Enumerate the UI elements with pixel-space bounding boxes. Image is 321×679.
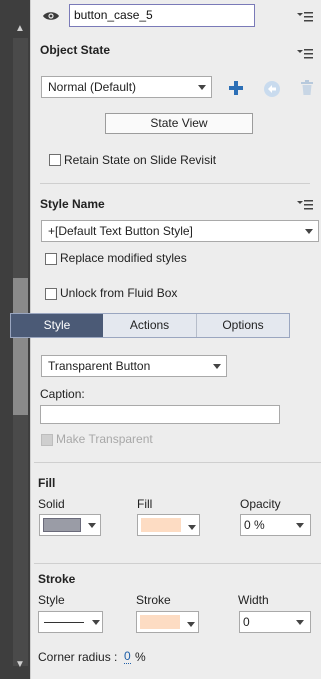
solid-color-swatch	[43, 518, 81, 532]
object-state-select[interactable]: Normal (Default)	[41, 76, 212, 98]
replace-modified-checkbox[interactable]	[45, 253, 57, 265]
object-state-select-value: Normal (Default)	[48, 80, 137, 94]
scroll-up-arrow-icon[interactable]: ▲	[12, 24, 28, 34]
button-type-select[interactable]: Transparent Button	[41, 355, 227, 377]
stroke-label: Stroke	[136, 593, 171, 607]
chevron-down-icon	[198, 85, 206, 90]
replace-modified-label: Replace modified styles	[60, 251, 187, 265]
tab-options[interactable]: Options	[197, 314, 289, 337]
opacity-value: 0 %	[244, 518, 265, 532]
chevron-down-icon	[213, 364, 221, 369]
stroke-style-picker[interactable]	[38, 611, 103, 633]
style-name-select-value: +[Default Text Button Style]	[48, 224, 193, 238]
style-name-select[interactable]: +[Default Text Button Style]	[41, 220, 319, 242]
reset-state-icon[interactable]	[263, 80, 281, 98]
object-state-title: Object State	[40, 43, 111, 57]
unlock-fluid-box-label: Unlock from Fluid Box	[60, 286, 178, 300]
chevron-down-icon	[188, 525, 196, 530]
plus-icon[interactable]	[228, 80, 244, 96]
object-name-input[interactable]: button_case_5	[69, 4, 255, 27]
chevron-down-icon	[305, 229, 313, 234]
stroke-color-picker[interactable]	[136, 611, 199, 633]
divider	[34, 563, 321, 564]
caption-input[interactable]	[40, 405, 280, 424]
chevron-down-icon	[296, 620, 304, 625]
fill-color-picker[interactable]	[137, 514, 200, 536]
object-state-menu-icon[interactable]	[297, 48, 313, 60]
solid-line-preview	[44, 622, 84, 623]
left-scroll-gutter: ▲ ▼	[0, 0, 30, 679]
opacity-label: Opacity	[240, 497, 281, 511]
fill-color-swatch	[141, 518, 181, 532]
corner-radius-value[interactable]: 0	[124, 650, 131, 664]
stroke-width-value: 0	[243, 615, 250, 629]
retain-state-checkbox[interactable]	[49, 154, 61, 166]
make-transparent-checkbox[interactable]	[41, 434, 53, 446]
panel-menu-icon[interactable]	[297, 11, 313, 23]
solid-label: Solid	[38, 497, 65, 511]
eye-icon[interactable]	[42, 9, 60, 23]
properties-tabs: Style Actions Options	[10, 313, 290, 338]
opacity-stepper[interactable]: 0 %	[240, 514, 311, 536]
corner-radius-unit: %	[135, 650, 146, 664]
state-view-button[interactable]: State View	[105, 113, 253, 134]
divider	[34, 462, 321, 463]
button-type-select-value: Transparent Button	[48, 359, 151, 373]
chevron-down-icon	[296, 523, 304, 528]
scroll-down-arrow-icon[interactable]: ▼	[12, 660, 28, 670]
fill-label: Fill	[137, 497, 153, 511]
stroke-title: Stroke	[38, 572, 76, 586]
retain-state-label: Retain State on Slide Revisit	[64, 153, 217, 167]
tab-actions[interactable]: Actions	[103, 314, 196, 337]
scroll-thumb[interactable]	[13, 278, 28, 415]
make-transparent-label: Make Transparent	[56, 432, 153, 446]
stroke-color-swatch	[140, 615, 180, 629]
caption-label: Caption:	[40, 387, 85, 401]
stroke-style-label: Style	[38, 593, 65, 607]
width-label: Width	[238, 593, 269, 607]
solid-fill-picker[interactable]	[39, 514, 101, 536]
style-menu-icon[interactable]	[297, 199, 313, 211]
stroke-width-stepper[interactable]: 0	[239, 611, 311, 633]
unlock-fluid-box-checkbox[interactable]	[45, 288, 57, 300]
chevron-down-icon	[88, 523, 96, 528]
tab-style[interactable]: Style	[11, 314, 103, 337]
divider	[40, 183, 310, 184]
chevron-down-icon	[92, 620, 100, 625]
fill-title: Fill	[38, 476, 56, 490]
style-name-title: Style Name	[40, 197, 105, 211]
chevron-down-icon	[187, 622, 195, 627]
corner-radius-label: Corner radius :	[38, 650, 118, 664]
trash-icon[interactable]	[300, 80, 314, 96]
